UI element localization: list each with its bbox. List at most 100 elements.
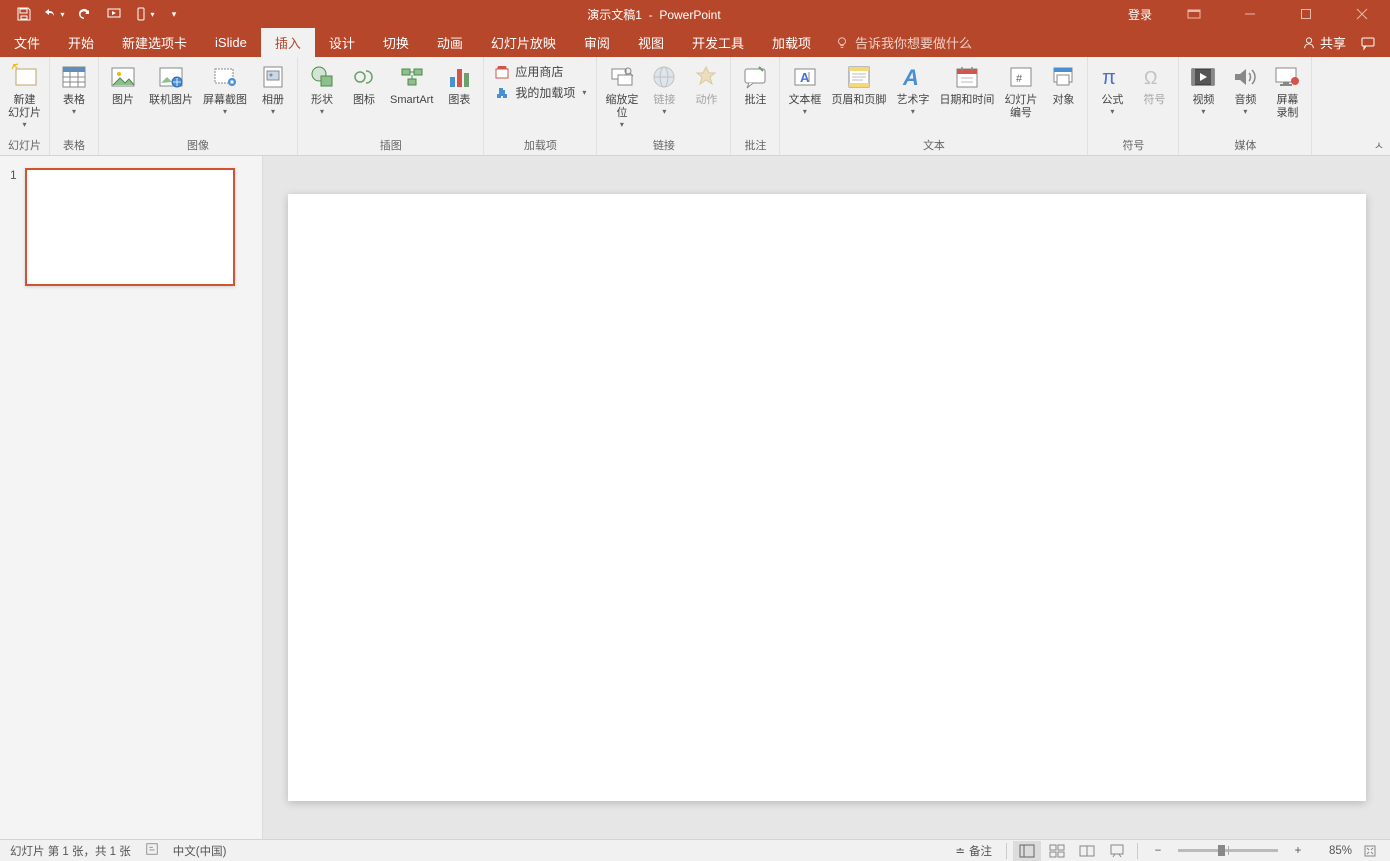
online-picture-button[interactable]: 联机图片 <box>145 59 197 109</box>
tab-slideshow[interactable]: 幻灯片放映 <box>477 28 570 57</box>
tab-transition[interactable]: 切换 <box>369 28 423 57</box>
close-button[interactable] <box>1340 0 1384 28</box>
tab-animation[interactable]: 动画 <box>423 28 477 57</box>
slide-canvas[interactable] <box>288 194 1366 801</box>
tab-review[interactable]: 审阅 <box>570 28 624 57</box>
tab-newtab[interactable]: 新建选项卡 <box>108 28 201 57</box>
app-store-label: 应用商店 <box>515 63 563 80</box>
picture-icon <box>107 61 139 93</box>
tab-addins[interactable]: 加载项 <box>758 28 825 57</box>
symbol-button[interactable]: Ω 符号 <box>1134 59 1174 109</box>
app-store-button[interactable]: 应用商店 <box>494 63 586 80</box>
object-icon <box>1047 61 1079 93</box>
textbox-button[interactable]: A 文本框 ▾ <box>784 59 825 118</box>
tab-insert[interactable]: 插入 <box>261 28 315 57</box>
qat-customize-button[interactable]: ▾ <box>160 3 188 25</box>
person-icon <box>1302 36 1316 50</box>
tab-view[interactable]: 视图 <box>624 28 678 57</box>
zoom-level[interactable]: 85% <box>1314 845 1354 857</box>
reading-view-button[interactable] <box>1073 841 1101 861</box>
datetime-button[interactable]: 日期和时间 <box>935 59 998 109</box>
hyperlink-button[interactable]: 链接 ▾ <box>644 59 684 118</box>
action-button[interactable]: 动作 <box>686 59 726 109</box>
group-addin: 应用商店 我的加载项 ▾ 加载项 <box>484 57 597 155</box>
chart-button[interactable]: 图表 <box>439 59 479 109</box>
tab-home[interactable]: 开始 <box>54 28 108 57</box>
slide-thumbnail-image[interactable] <box>25 168 235 286</box>
smartart-button[interactable]: SmartArt <box>386 59 437 109</box>
headerfooter-button[interactable]: 页眉和页脚 <box>827 59 890 109</box>
collapse-ribbon-button[interactable]: ㅅ <box>1374 137 1384 153</box>
object-label: 对象 <box>1052 94 1074 107</box>
language-button[interactable]: 中文(中国) <box>173 843 227 859</box>
chevron-down-icon: ▾ <box>22 121 26 129</box>
notes-button[interactable]: ≐ 备注 <box>947 843 1000 859</box>
screenrec-button[interactable]: 屏幕 录制 <box>1267 59 1307 122</box>
sorter-view-button[interactable] <box>1043 841 1071 861</box>
chart-label: 图表 <box>448 94 470 107</box>
new-slide-button[interactable]: 新建 幻灯片 ▾ <box>4 59 45 131</box>
tab-design[interactable]: 设计 <box>315 28 369 57</box>
slideshow-view-button[interactable] <box>1103 841 1131 861</box>
tab-islide[interactable]: iSlide <box>201 28 261 57</box>
smartart-icon <box>396 61 428 93</box>
login-button[interactable]: 登录 <box>1120 6 1160 23</box>
app-name: PowerPoint <box>659 8 720 22</box>
table-label: 表格 <box>63 94 85 107</box>
comments-icon[interactable] <box>1360 35 1376 51</box>
tell-me-search[interactable]: 告诉我你想要做什么 <box>825 28 982 57</box>
fit-window-button[interactable] <box>1356 841 1384 861</box>
comment-button[interactable]: 批注 <box>735 59 775 109</box>
tab-file[interactable]: 文件 <box>0 28 54 57</box>
zoom-in-button[interactable]: + <box>1284 841 1312 861</box>
shape-button[interactable]: 形状 ▾ <box>302 59 342 118</box>
slide-thumbnail-panel[interactable]: 1 <box>0 156 263 839</box>
symbol-label: 符号 <box>1143 94 1165 107</box>
icon-button[interactable]: 图标 <box>344 59 384 109</box>
share-label: 共享 <box>1320 33 1346 52</box>
undo-button[interactable]: ▾ <box>40 3 68 25</box>
chevron-down-icon: ▾ <box>320 108 324 116</box>
slide-canvas-area[interactable] <box>263 156 1390 839</box>
video-button[interactable]: 视频 ▾ <box>1183 59 1223 118</box>
start-from-beginning-button[interactable] <box>100 3 128 25</box>
picture-button[interactable]: 图片 <box>103 59 143 109</box>
minimize-button[interactable] <box>1228 0 1272 28</box>
slide-thumbnail-1[interactable]: 1 <box>10 168 252 286</box>
chevron-down-icon: ▾ <box>911 108 915 116</box>
my-addins-label: 我的加载项 <box>515 84 575 101</box>
title-right: 登录 <box>1120 0 1390 28</box>
object-button[interactable]: 对象 <box>1043 59 1083 109</box>
my-addins-button[interactable]: 我的加载项 ▾ <box>494 84 586 101</box>
headerfooter-icon <box>843 61 875 93</box>
touch-mode-button[interactable]: ▾ <box>130 3 158 25</box>
chevron-down-icon: ▾ <box>620 121 624 129</box>
redo-button[interactable] <box>70 3 98 25</box>
share-button[interactable]: 共享 <box>1302 33 1346 52</box>
hyperlink-label: 链接 <box>653 94 675 107</box>
zoom-button[interactable]: 缩放定 位 ▾ <box>601 59 642 131</box>
screenshot-button[interactable]: 屏幕截图 ▾ <box>199 59 251 118</box>
zoom-out-button[interactable]: − <box>1144 841 1172 861</box>
chevron-down-icon: ▾ <box>662 108 666 116</box>
spellcheck-button[interactable] <box>145 842 159 859</box>
group-symbol: π 公式 ▾ Ω 符号 符号 <box>1088 57 1179 155</box>
equation-button[interactable]: π 公式 ▾ <box>1092 59 1132 118</box>
zoom-slider-thumb[interactable] <box>1218 845 1225 856</box>
slidenum-icon: # <box>1005 61 1037 93</box>
icon-icon <box>348 61 380 93</box>
tab-devtools[interactable]: 开发工具 <box>678 28 758 57</box>
save-button[interactable] <box>10 3 38 25</box>
maximize-button[interactable] <box>1284 0 1328 28</box>
album-button[interactable]: 相册 ▾ <box>253 59 293 118</box>
zoom-slider[interactable] <box>1178 849 1278 852</box>
normal-view-button[interactable] <box>1013 841 1041 861</box>
group-slide-label: 幻灯片 <box>8 136 41 155</box>
slidenum-button[interactable]: # 幻灯片 编号 <box>1000 59 1041 122</box>
wordart-button[interactable]: A 艺术字 ▾ <box>892 59 933 118</box>
table-button[interactable]: 表格 ▾ <box>54 59 94 118</box>
slide-info[interactable]: 幻灯片 第 1 张，共 1 张 <box>10 843 131 859</box>
svg-text:Ω: Ω <box>1144 68 1157 88</box>
ribbon-display-button[interactable] <box>1172 0 1216 28</box>
audio-button[interactable]: 音频 ▾ <box>1225 59 1265 118</box>
